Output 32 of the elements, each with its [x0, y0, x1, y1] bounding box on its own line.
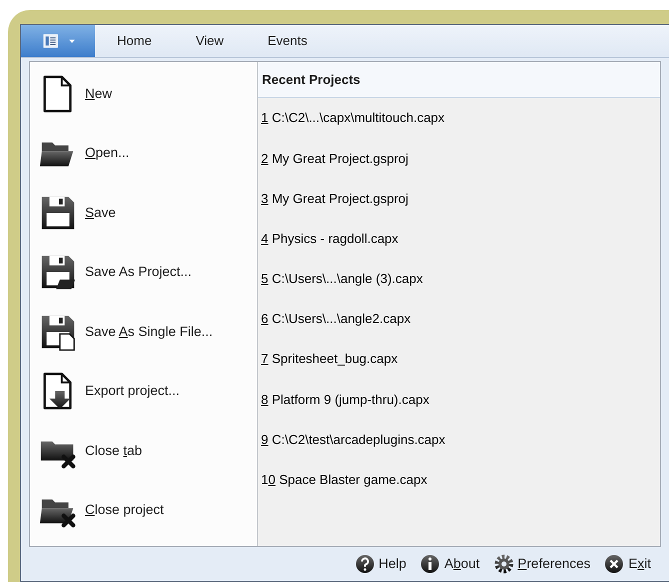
- recent-project-link[interactable]: 2 My Great Project.gsproj: [258, 138, 660, 178]
- caret-icon: [68, 37, 76, 45]
- recent-projects-heading: Recent Projects: [258, 62, 660, 98]
- recent-project-link[interactable]: 8 Platform 9 (jump-thru).capx: [258, 379, 660, 420]
- recent-project-link[interactable]: 3 My Great Project.gsproj: [258, 178, 660, 219]
- recent-project-link[interactable]: 6 C:\Users\...\angle2.capx: [258, 298, 660, 340]
- menu-item[interactable]: New: [30, 64, 257, 124]
- close-icon: [604, 554, 624, 574]
- footer-button[interactable]: Preferences: [494, 554, 590, 574]
- info-icon: [420, 554, 440, 574]
- help-icon: [354, 554, 375, 574]
- menu-item[interactable]: Save As Project...: [30, 242, 257, 302]
- recent-project-link[interactable]: 10 Space Blaster game.capx: [258, 460, 660, 500]
- recent-project-link[interactable]: 1 C:\C2\...\capx\multitouch.capx: [258, 98, 660, 138]
- menu-item[interactable]: Close tab: [30, 421, 257, 480]
- recent-project-link[interactable]: 9 C:\C2\test\arcadeplugins.capx: [258, 420, 660, 460]
- ribbon-tab[interactable]: Home: [95, 25, 174, 57]
- recent-project-link[interactable]: 5 C:\Users\...\angle (3).capx: [258, 258, 660, 299]
- ribbon-tab[interactable]: Events: [246, 25, 330, 57]
- recent-project-link[interactable]: 4 Physics - ragdoll.capx: [258, 218, 660, 259]
- menu-item[interactable]: Save: [30, 183, 257, 242]
- menu-item[interactable]: Save As Single File...: [30, 302, 257, 362]
- app-menu-button[interactable]: [21, 25, 95, 57]
- menu-item[interactable]: Open...: [30, 124, 257, 183]
- menu-item[interactable]: Close project: [30, 480, 257, 540]
- settings-icon: [494, 554, 514, 574]
- recent-project-link[interactable]: 7 Spritesheet_bug.capx: [258, 339, 660, 380]
- footer-button[interactable]: About: [420, 554, 480, 574]
- ribbon-tab[interactable]: View: [174, 25, 246, 57]
- footer-button[interactable]: Exit: [604, 554, 651, 574]
- menu-item[interactable]: Export project...: [30, 362, 257, 421]
- footer-button[interactable]: Help: [354, 554, 406, 574]
